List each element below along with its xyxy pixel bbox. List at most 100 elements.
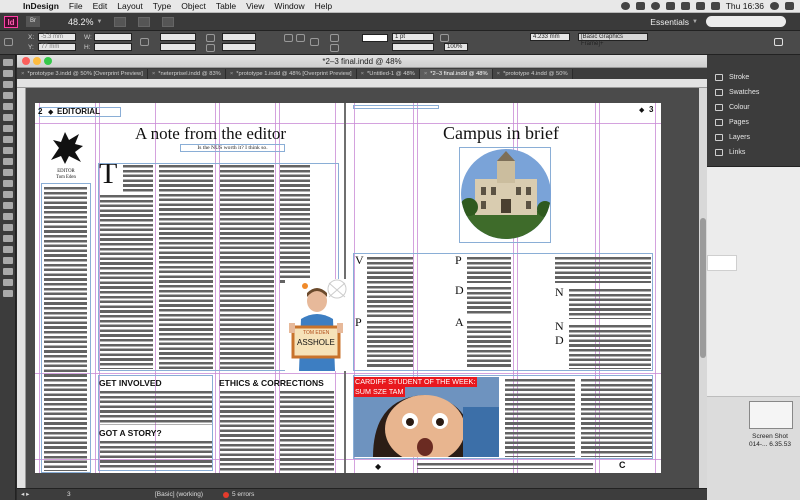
size-field[interactable]: 4.233 mm xyxy=(530,33,570,41)
brief-text-frame[interactable] xyxy=(353,253,653,371)
note-tool-icon[interactable] xyxy=(3,224,13,231)
zoom-tool-icon[interactable] xyxy=(3,257,13,264)
apply-color-icon[interactable] xyxy=(3,279,13,286)
flip-vertical-icon[interactable] xyxy=(296,34,305,42)
workspace-switcher[interactable]: Essentials xyxy=(650,17,689,27)
editor-heading[interactable]: A note from the editor xyxy=(135,124,286,144)
rectangle-frame-tool-icon[interactable] xyxy=(3,158,13,165)
pen-tool-icon[interactable] xyxy=(3,136,13,143)
reference-point-icon[interactable] xyxy=(4,38,13,46)
panel-layers[interactable]: Layers xyxy=(707,130,800,145)
close-window-icon[interactable] xyxy=(22,57,30,65)
rectangle-tool-icon[interactable] xyxy=(3,169,13,176)
minimize-window-icon[interactable] xyxy=(33,57,41,65)
chevron-down-icon[interactable]: ▼ xyxy=(692,19,698,25)
document-tab[interactable]: × *neterprisel.indd @ 83% xyxy=(147,69,226,79)
gap-tool-icon[interactable] xyxy=(3,92,13,99)
dropbox-icon[interactable] xyxy=(635,2,645,10)
bluetooth-icon[interactable] xyxy=(665,2,675,10)
panel-swatches[interactable]: Swatches xyxy=(707,85,800,100)
page-spread[interactable]: 2 ◆ EDITORIAL A note from the editor Is … xyxy=(35,103,661,473)
selection-tool-icon[interactable] xyxy=(3,59,13,66)
document-tab[interactable]: × *Untitled-1 @ 48% xyxy=(356,69,420,79)
hand-tool-icon[interactable] xyxy=(3,246,13,253)
line-tool-icon[interactable] xyxy=(3,125,13,132)
menu-edit[interactable]: Edit xyxy=(88,1,113,11)
eyedropper-tool-icon[interactable] xyxy=(3,235,13,242)
rotate-field[interactable] xyxy=(222,33,256,41)
page-tool-icon[interactable] xyxy=(3,81,13,88)
close-tab-icon[interactable]: × xyxy=(21,71,24,77)
free-transform-tool-icon[interactable] xyxy=(3,191,13,198)
screen-mode-icon[interactable] xyxy=(3,290,13,297)
menu-table[interactable]: Table xyxy=(211,1,241,11)
screenshot-thumbnail[interactable] xyxy=(749,401,793,429)
opacity-field[interactable]: 100% xyxy=(444,43,468,51)
document-tab[interactable]: × *prototype 1.indd @ 48% [Overprint Prev… xyxy=(225,69,357,79)
status-icon[interactable] xyxy=(620,2,630,10)
panel-stroke[interactable]: Stroke xyxy=(707,70,800,85)
close-tab-icon[interactable]: × xyxy=(497,71,500,77)
editor-photo[interactable] xyxy=(285,279,347,371)
frame-style-select[interactable]: [Basic Graphics Frame]+ xyxy=(578,33,648,47)
constrain-proportions-icon[interactable] xyxy=(140,38,149,46)
scissors-tool-icon[interactable] xyxy=(3,180,13,187)
fill-color-field[interactable] xyxy=(362,34,388,42)
view-options-button[interactable] xyxy=(114,16,127,27)
shear-icon[interactable] xyxy=(206,44,215,52)
close-tab-icon[interactable]: × xyxy=(230,71,233,77)
header-rule-frame[interactable] xyxy=(353,105,439,109)
type-tool-icon[interactable] xyxy=(3,114,13,121)
x-field[interactable]: -5.3 mm xyxy=(38,33,76,41)
direct-selection-tool-icon[interactable] xyxy=(3,70,13,77)
scrollbar-thumb[interactable] xyxy=(700,218,706,358)
stroke-weight-field[interactable]: 1 pt xyxy=(392,33,434,41)
battery-icon[interactable] xyxy=(710,2,720,10)
ethics-heading[interactable]: ETHICS & CORRECTIONS xyxy=(219,378,324,388)
menu-view[interactable]: View xyxy=(241,1,269,11)
gradient-feather-tool-icon[interactable] xyxy=(3,213,13,220)
scale-x-field[interactable] xyxy=(160,33,196,41)
fill-swatch-icon[interactable] xyxy=(330,34,339,42)
horizontal-ruler[interactable] xyxy=(17,79,707,88)
zoom-window-icon[interactable] xyxy=(44,57,52,65)
gradient-tool-icon[interactable] xyxy=(3,202,13,209)
menu-type[interactable]: Type xyxy=(148,1,176,11)
menu-window[interactable]: Window xyxy=(269,1,309,11)
building-photo[interactable] xyxy=(461,149,551,239)
content-collector-icon[interactable] xyxy=(3,103,13,110)
document-tab-active[interactable]: × *2–3 final.indd @ 48% xyxy=(419,69,493,79)
page-number-field[interactable]: 3 xyxy=(67,489,71,500)
help-search-input[interactable] xyxy=(706,16,786,27)
stroke-type-field[interactable] xyxy=(392,43,434,51)
page-nav-icon[interactable]: ◂ ▸ xyxy=(21,489,29,500)
feature-frame[interactable] xyxy=(353,375,653,459)
file-label[interactable]: Screen Shot 014-... 6.35.53 xyxy=(735,433,800,449)
arrange-documents-button[interactable] xyxy=(162,16,175,27)
w-field[interactable] xyxy=(94,33,132,41)
panel-colour[interactable]: Colour xyxy=(707,100,800,115)
wifi-icon[interactable] xyxy=(680,2,690,10)
menu-file[interactable]: File xyxy=(64,1,88,11)
close-tab-icon[interactable]: × xyxy=(152,71,155,77)
menu-layout[interactable]: Layout xyxy=(112,1,148,11)
menubar-clock[interactable]: Thu 16:36 xyxy=(726,1,764,11)
box-frame[interactable] xyxy=(98,375,213,471)
editor-subheading[interactable]: Is the NUS worth it? I think so. xyxy=(180,144,285,152)
volume-icon[interactable] xyxy=(695,2,705,10)
select-container-icon[interactable] xyxy=(310,38,319,46)
preflight-errors[interactable]: 5 errors xyxy=(232,489,254,500)
flip-horizontal-icon[interactable] xyxy=(284,34,293,42)
vertical-scrollbar[interactable] xyxy=(699,88,707,488)
close-tab-icon[interactable]: × xyxy=(361,71,364,77)
shear-field[interactable] xyxy=(222,43,256,51)
panel-pages[interactable]: Pages xyxy=(707,115,800,130)
zoom-level[interactable]: 48.2% xyxy=(68,17,94,27)
error-indicator-icon[interactable] xyxy=(223,492,229,498)
notification-center-icon[interactable] xyxy=(785,2,794,10)
y-field[interactable]: 77 mm xyxy=(38,43,76,51)
spotlight-icon[interactable] xyxy=(770,2,779,10)
pencil-tool-icon[interactable] xyxy=(3,147,13,154)
campus-heading[interactable]: Campus in brief xyxy=(443,123,559,144)
sync-icon[interactable] xyxy=(650,2,660,10)
